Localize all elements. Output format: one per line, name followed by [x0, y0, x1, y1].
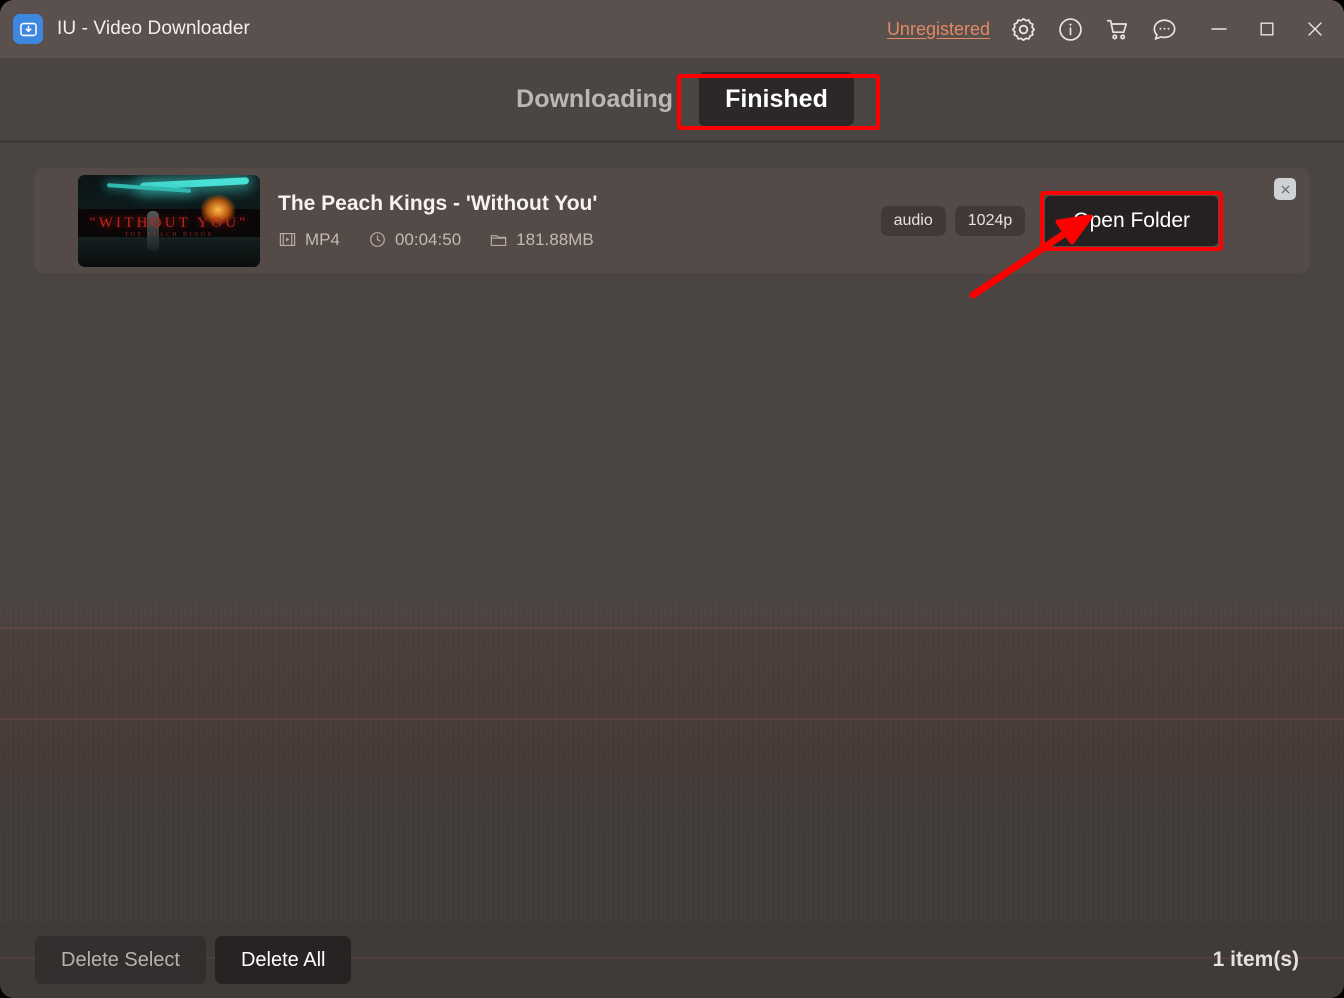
tab-bar: Downloading Finished	[0, 58, 1344, 140]
tab-downloading[interactable]: Downloading	[490, 72, 699, 126]
maximize-icon[interactable]	[1243, 5, 1291, 53]
tab-finished[interactable]: Finished	[699, 72, 854, 126]
list-item[interactable]: "WITHOUT YOU" THE PEACH KINGS The Peach …	[34, 168, 1310, 273]
clock-icon	[368, 230, 387, 249]
badge-resolution: 1024p	[954, 205, 1026, 236]
meta-size-value: 181.88MB	[516, 229, 594, 249]
window-title: IU - Video Downloader	[57, 18, 250, 39]
open-folder-wrapper: Open Folder	[1040, 190, 1223, 251]
app-window: IU - Video Downloader Unregistered Downl…	[0, 0, 1344, 998]
cart-icon[interactable]	[1098, 10, 1136, 48]
item-title: The Peach Kings - 'Without You'	[278, 191, 598, 215]
video-thumbnail: "WITHOUT YOU" THE PEACH KINGS	[78, 174, 260, 267]
meta-format-value: MP4	[305, 229, 340, 249]
meta-duration: 00:04:50	[368, 230, 461, 250]
item-close-icon[interactable]	[1274, 178, 1296, 200]
item-meta-row: MP4 00:04:50 181.88MB	[278, 230, 881, 250]
feedback-icon[interactable]	[1145, 10, 1183, 48]
item-info: The Peach Kings - 'Without You' MP4 00:0…	[278, 192, 881, 250]
content-top-divider	[0, 140, 1344, 143]
item-count-label: 1 item(s)	[1212, 948, 1299, 971]
minimize-icon[interactable]	[1195, 5, 1243, 53]
app-icon	[13, 14, 43, 44]
gear-icon[interactable]	[1004, 10, 1042, 48]
folder-icon	[489, 230, 508, 249]
bottom-bar: Delete Select Delete All 1 item(s)	[0, 922, 1344, 998]
info-icon[interactable]	[1051, 10, 1089, 48]
delete-all-button[interactable]: Delete All	[214, 936, 352, 984]
film-icon	[278, 230, 297, 249]
tab-group: Downloading Finished	[490, 72, 854, 126]
content-area: "WITHOUT YOU" THE PEACH KINGS The Peach …	[0, 140, 1344, 922]
badge-group: audio 1024p	[880, 205, 1026, 236]
delete-select-button[interactable]: Delete Select	[35, 936, 206, 984]
meta-duration-value: 00:04:50	[394, 229, 462, 249]
open-folder-button[interactable]: Open Folder	[1045, 195, 1218, 246]
thumbnail-subtitle: THE PEACH KINGS	[124, 231, 214, 238]
unregistered-link[interactable]: Unregistered	[887, 19, 990, 40]
meta-format: MP4	[278, 230, 340, 250]
close-icon[interactable]	[1291, 5, 1339, 53]
title-bar: IU - Video Downloader Unregistered	[0, 0, 1344, 58]
thumbnail-title: "WITHOUT YOU"	[89, 214, 249, 231]
badge-audio: audio	[880, 205, 946, 236]
titlebar-icon-group	[1004, 10, 1183, 48]
window-controls	[1195, 5, 1339, 53]
meta-size: 181.88MB	[489, 230, 594, 250]
